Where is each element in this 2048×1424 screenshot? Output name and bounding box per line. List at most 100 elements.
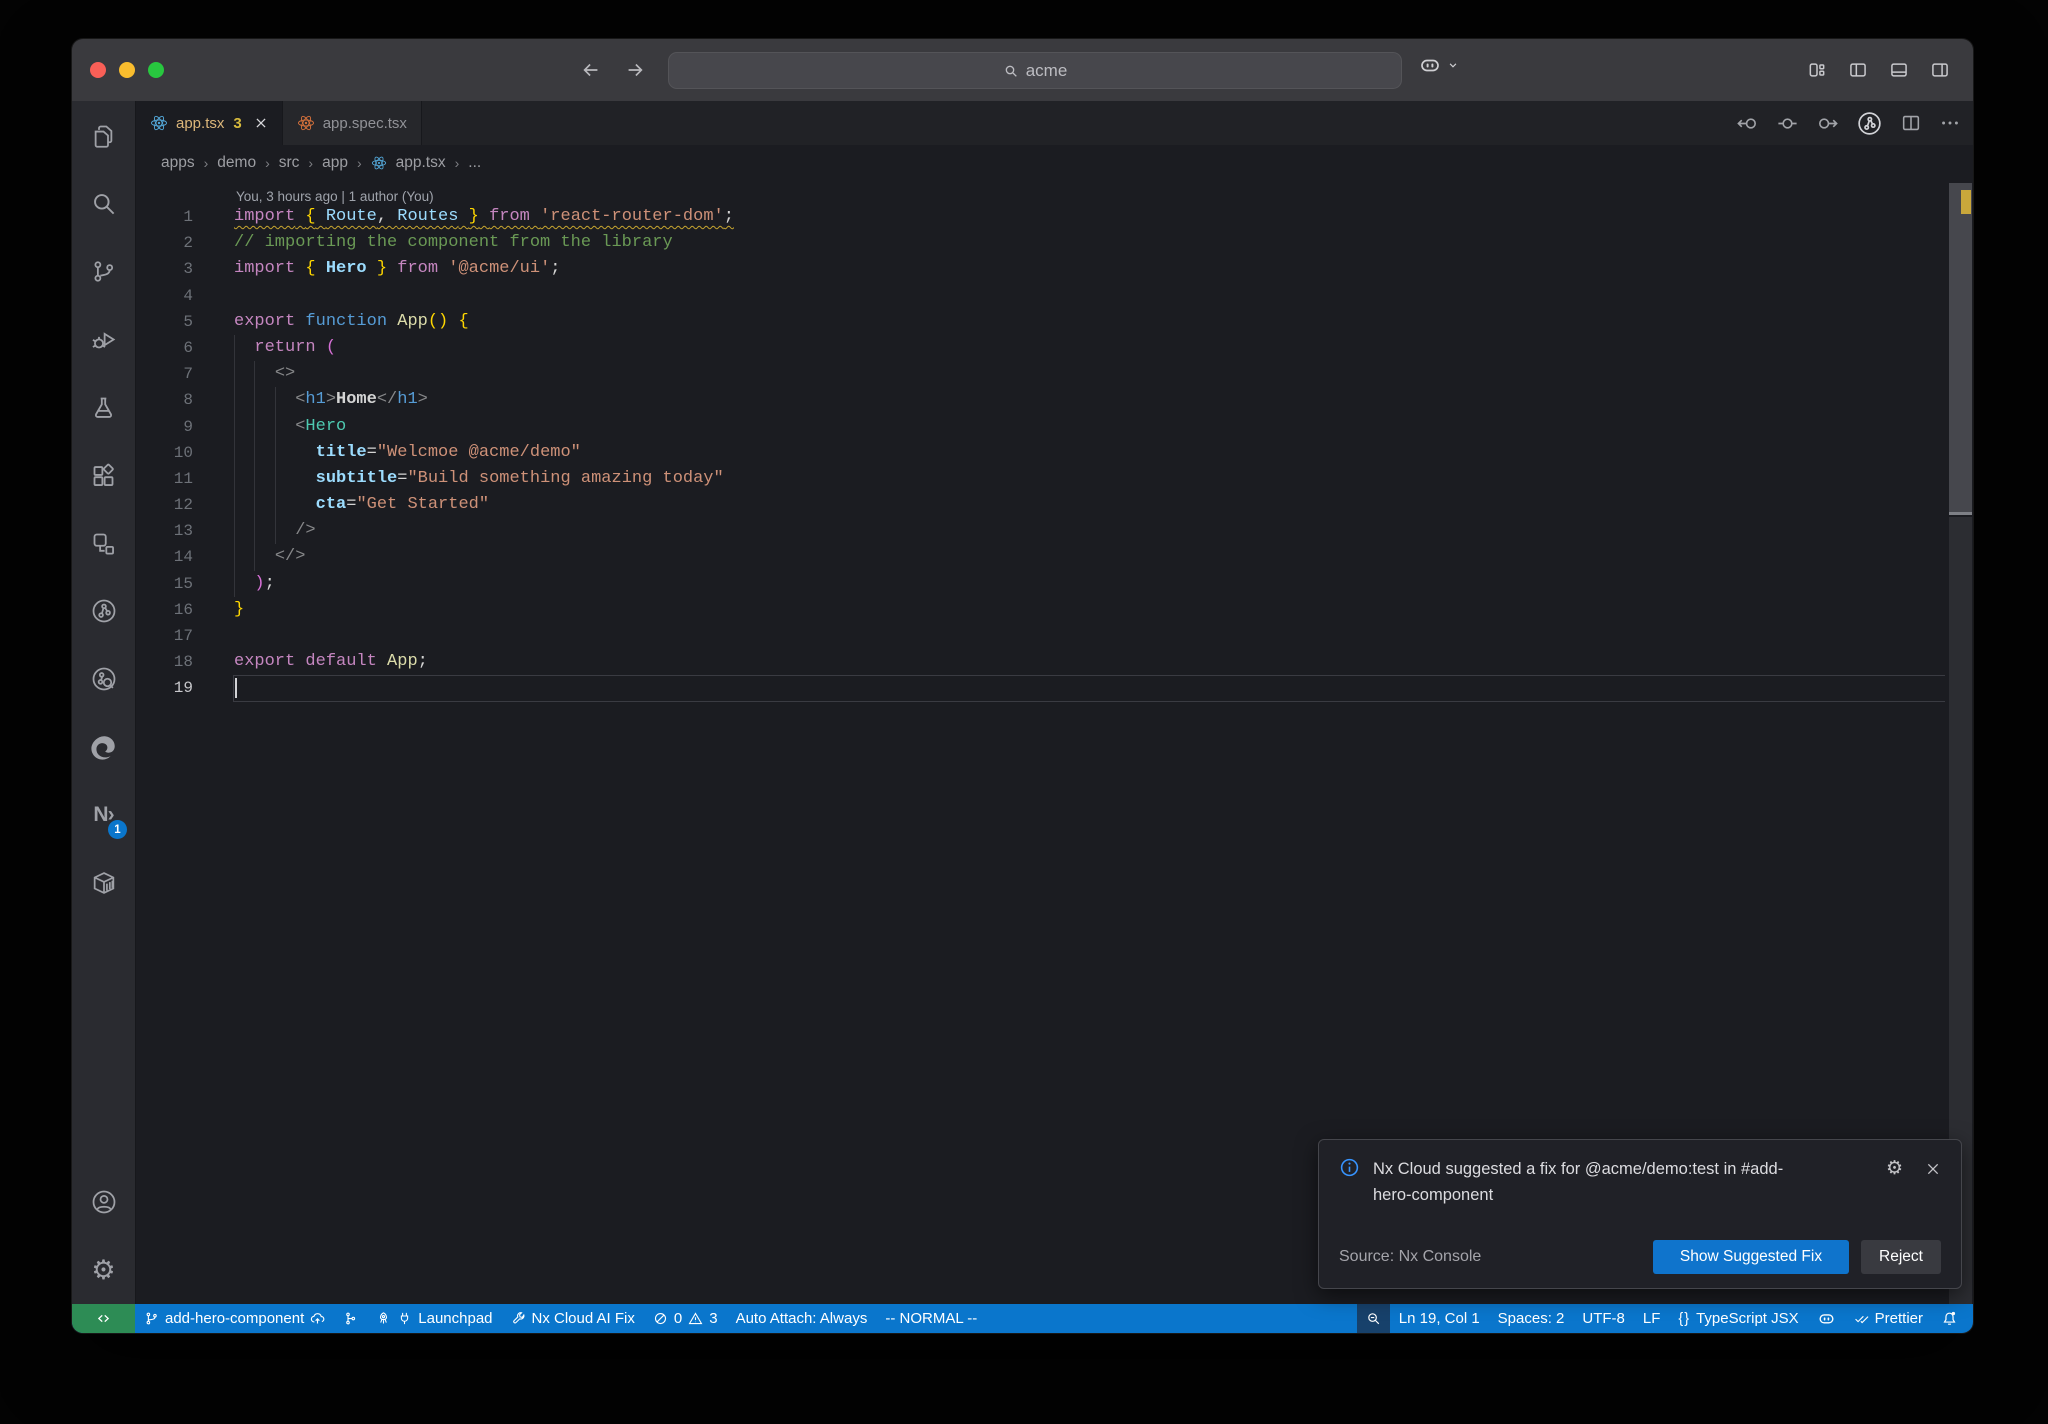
- breadcrumb-item-src[interactable]: src: [279, 154, 300, 172]
- git-graph-status-item[interactable]: [334, 1304, 367, 1333]
- breadcrumb: apps › demo › src › app › app.tsx › ...: [136, 145, 1973, 181]
- customize-layout-icon[interactable]: [1806, 60, 1828, 80]
- reject-button[interactable]: Reject: [1861, 1240, 1941, 1274]
- minimize-window-button[interactable]: [119, 62, 135, 78]
- code-line[interactable]: 17: [136, 623, 1973, 649]
- notification-close-icon[interactable]: [1925, 1161, 1941, 1177]
- branch-icon: [144, 1311, 159, 1326]
- code-text: export default App;: [234, 652, 428, 672]
- nav-back-circle-icon[interactable]: [1736, 112, 1759, 135]
- nav-current-circle-icon[interactable]: [1776, 112, 1799, 135]
- line-number: 13: [173, 522, 193, 541]
- gear-icon: ⚙: [91, 1254, 116, 1286]
- breadcrumb-item-app[interactable]: app: [322, 154, 348, 172]
- launchpad-item[interactable]: Launchpad: [367, 1304, 501, 1333]
- chevron-right-icon: ›: [454, 155, 460, 171]
- scrollbar-thumb[interactable]: [1949, 183, 1972, 515]
- code-line[interactable]: 5 export function App() {: [136, 309, 1973, 335]
- code-line[interactable]: 13 />: [136, 518, 1973, 545]
- code-line[interactable]: 6 return (: [136, 334, 1973, 362]
- code-line[interactable]: 16}: [136, 597, 1973, 623]
- notifications-bell-item[interactable]: [1932, 1304, 1967, 1333]
- code-line[interactable]: 4: [136, 283, 1973, 309]
- toggle-secondary-sidebar-icon[interactable]: [1929, 60, 1951, 80]
- code-line[interactable]: 12 cta="Get Started": [136, 492, 1973, 519]
- sidebar-item-commit-search[interactable]: [72, 645, 135, 713]
- sidebar-item-containers[interactable]: [72, 849, 135, 917]
- code-line[interactable]: 3 import { Hero } from '@acme/ui';: [136, 256, 1973, 282]
- encoding-item[interactable]: UTF-8: [1573, 1304, 1634, 1333]
- copilot-menu[interactable]: [1418, 53, 1460, 77]
- breadcrumb-item-demo[interactable]: demo: [217, 154, 256, 172]
- blame-annotation[interactable]: You, 3 hours ago | 1 author (You): [136, 181, 1973, 204]
- indentation-item[interactable]: Spaces: 2: [1489, 1304, 1574, 1333]
- rocket-icon: [376, 1311, 391, 1326]
- tab-app-spec-tsx[interactable]: app.spec.tsx: [282, 101, 422, 145]
- split-editor-icon[interactable]: [1900, 112, 1922, 134]
- sidebar-item-nx-console[interactable]: N› 1: [72, 781, 135, 849]
- code-line[interactable]: 10 title="Welcmoe @acme/demo": [136, 439, 1973, 466]
- code-line[interactable]: 9 <Hero: [136, 413, 1973, 440]
- code-line[interactable]: 8 <h1>Home</h1>: [136, 387, 1973, 414]
- code-editor[interactable]: You, 3 hours ago | 1 author (You) 1 impor…: [136, 181, 1973, 1304]
- remote-indicator[interactable]: [72, 1304, 135, 1333]
- code-line[interactable]: 18 export default App;: [136, 649, 1973, 675]
- cursor-position-item[interactable]: Ln 19, Col 1: [1390, 1304, 1489, 1333]
- sidebar-item-search[interactable]: [72, 169, 135, 237]
- git-branch-item[interactable]: add-hero-component: [135, 1304, 334, 1333]
- history-back-icon[interactable]: [580, 59, 602, 81]
- sidebar-item-git-graph[interactable]: [72, 577, 135, 645]
- zoom-window-button[interactable]: [148, 62, 164, 78]
- breadcrumb-item-file[interactable]: app.tsx: [396, 154, 446, 172]
- toggle-panel-icon[interactable]: [1888, 60, 1910, 80]
- code-line[interactable]: 11 subtitle="Build something amazing tod…: [136, 465, 1973, 493]
- nav-forward-circle-icon[interactable]: [1816, 112, 1839, 135]
- editor-scrollbar[interactable]: [1948, 181, 1973, 1304]
- code-text: title="Welcmoe @acme/demo": [315, 442, 581, 462]
- nx-cloud-fix-item[interactable]: Nx Cloud AI Fix: [502, 1304, 644, 1333]
- sidebar-item-source-control[interactable]: [72, 237, 135, 305]
- auto-attach-item[interactable]: Auto Attach: Always: [727, 1304, 877, 1333]
- react-icon: [150, 114, 168, 132]
- line-number: 11: [173, 469, 193, 488]
- breadcrumb-item-apps[interactable]: apps: [161, 154, 195, 172]
- zoom-status-item[interactable]: [1356, 1304, 1390, 1333]
- sidebar-item-edge-browser[interactable]: [72, 713, 135, 781]
- line-number: 7: [183, 365, 193, 384]
- code-line[interactable]: 19: [136, 675, 1973, 702]
- close-icon[interactable]: [254, 116, 268, 130]
- toggle-primary-sidebar-icon[interactable]: [1847, 60, 1869, 80]
- code-line[interactable]: 7 <>: [136, 361, 1973, 388]
- errors-count: 0: [673, 1310, 683, 1327]
- accounts-button[interactable]: [72, 1168, 135, 1236]
- tab-app-tsx[interactable]: app.tsx 3: [136, 101, 283, 145]
- language-mode-item[interactable]: {} TypeScript JSX: [1669, 1304, 1807, 1333]
- sidebar-item-run-debug[interactable]: [72, 305, 135, 373]
- chevron-right-icon: ›: [308, 155, 314, 171]
- settings-button[interactable]: ⚙: [72, 1236, 135, 1304]
- show-suggested-fix-button[interactable]: Show Suggested Fix: [1653, 1240, 1849, 1274]
- command-center-search[interactable]: acme: [668, 52, 1402, 89]
- history-forward-icon[interactable]: [624, 59, 646, 81]
- formatter-item[interactable]: Prettier: [1845, 1304, 1932, 1333]
- code-line[interactable]: 15 );: [136, 570, 1973, 597]
- notification-gear-icon[interactable]: ⚙: [1886, 1159, 1903, 1178]
- warnings-count: 3: [709, 1310, 718, 1327]
- code-text: subtitle="Build something amazing today": [315, 468, 724, 488]
- code-text: <Hero: [295, 416, 347, 436]
- code-line[interactable]: 14 </>: [136, 544, 1973, 571]
- vim-mode-item[interactable]: -- NORMAL --: [876, 1304, 986, 1333]
- sidebar-item-explorer[interactable]: [72, 101, 135, 169]
- sidebar-item-extensions[interactable]: [72, 441, 135, 509]
- more-actions-icon[interactable]: [1939, 112, 1961, 134]
- breadcrumb-item-symbol[interactable]: ...: [468, 154, 481, 172]
- eol-item[interactable]: LF: [1634, 1304, 1670, 1333]
- copilot-status-item[interactable]: [1808, 1304, 1845, 1333]
- sidebar-item-testing[interactable]: [72, 373, 135, 441]
- close-window-button[interactable]: [90, 62, 106, 78]
- sidebar-item-workspace[interactable]: [72, 509, 135, 577]
- code-line[interactable]: 1 import { Route, Routes } from 'react-ro…: [136, 204, 1973, 230]
- graph-circle-icon[interactable]: [1856, 110, 1883, 137]
- code-line[interactable]: 2 // importing the component from the lib…: [136, 230, 1973, 256]
- problems-item[interactable]: 0 3: [644, 1304, 727, 1333]
